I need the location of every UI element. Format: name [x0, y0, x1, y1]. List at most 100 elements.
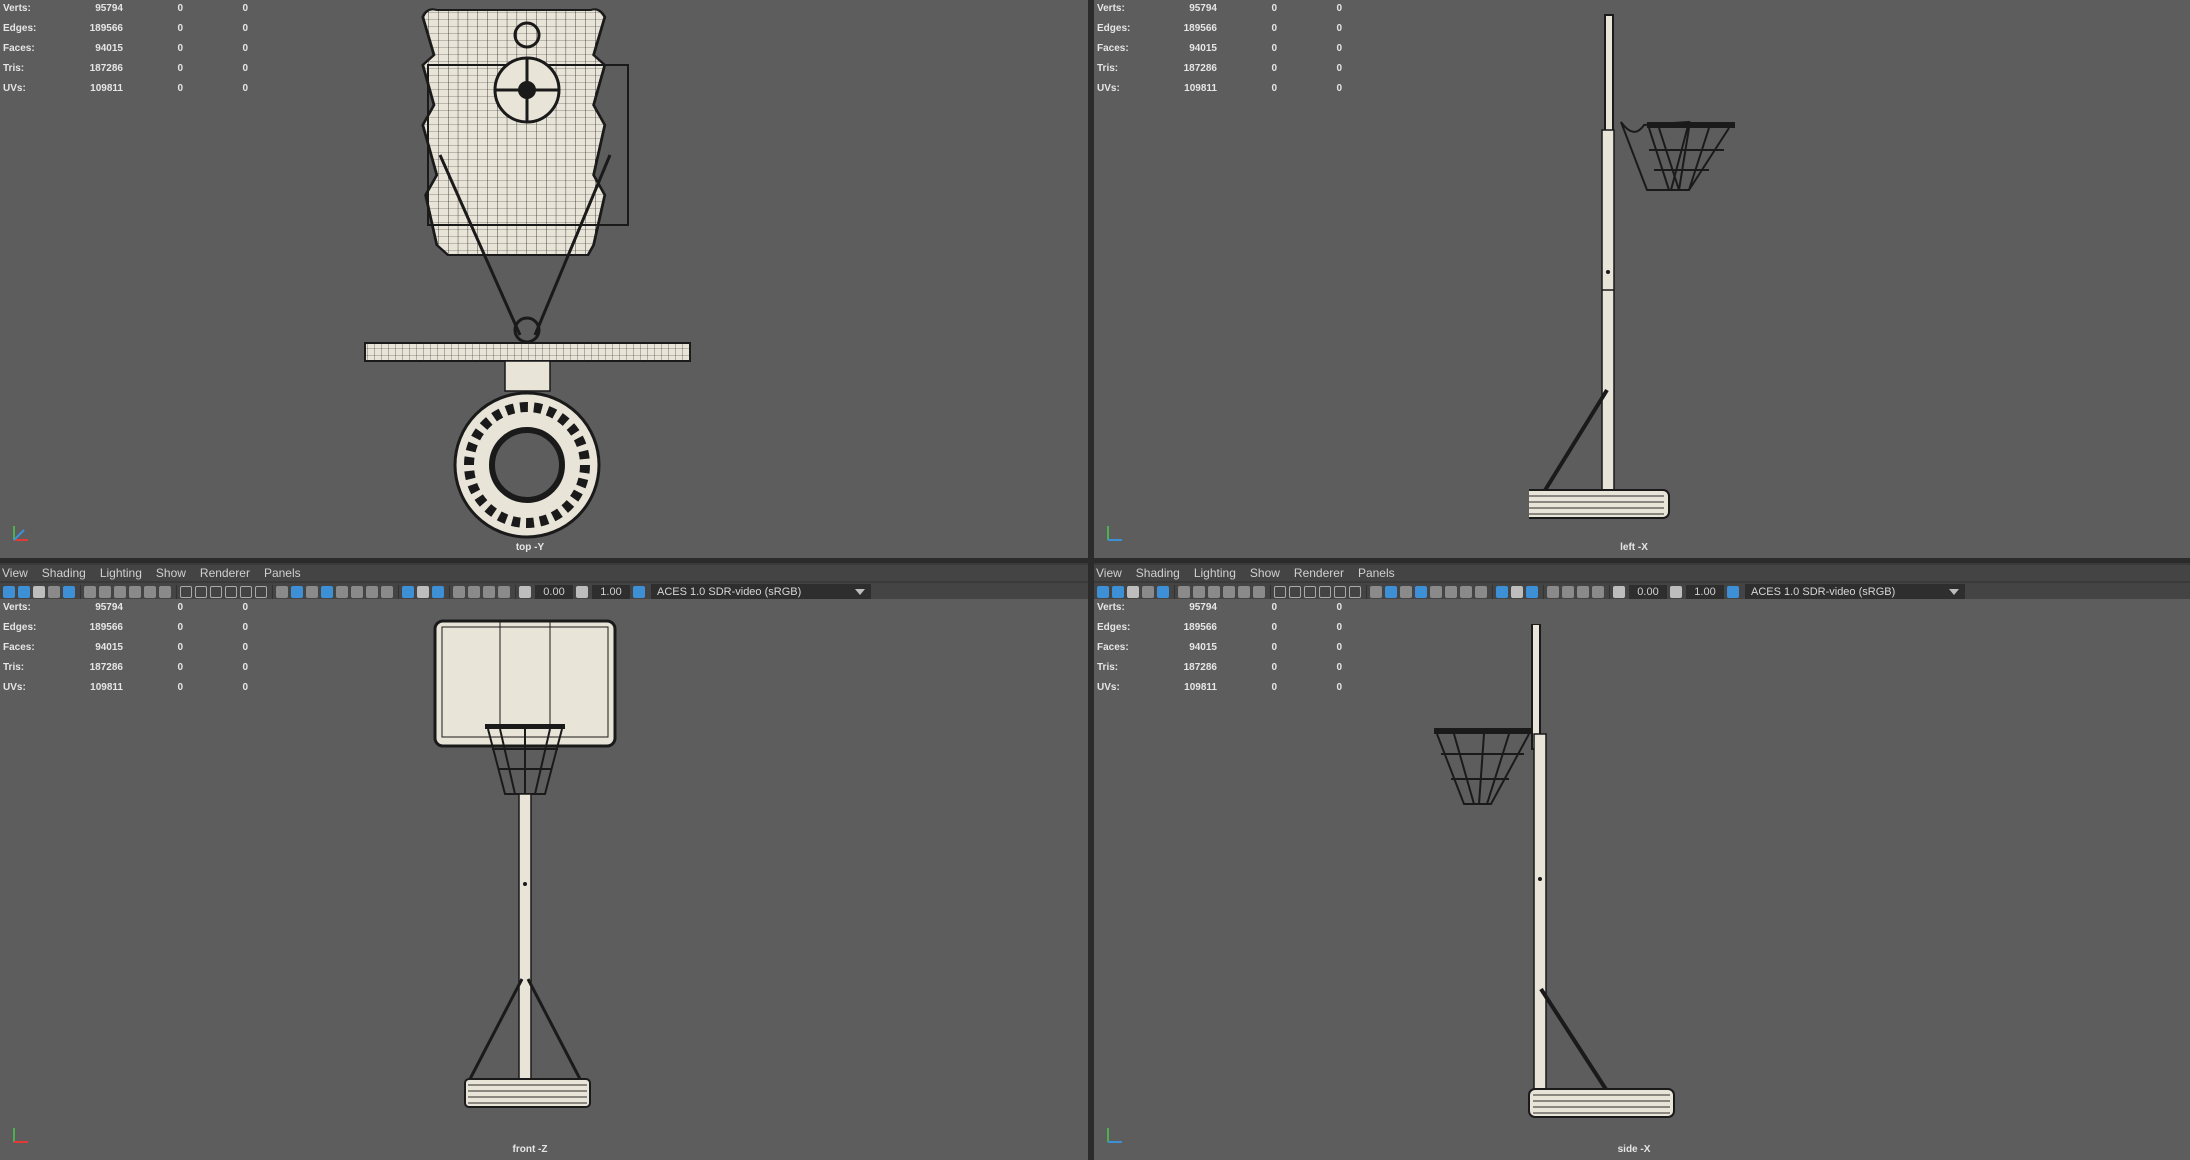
smooth-shade-icon[interactable] [1304, 586, 1316, 598]
camera-attributes-icon[interactable] [18, 586, 30, 598]
field-chart-icon[interactable] [1238, 586, 1250, 598]
field-chart-icon[interactable] [144, 586, 156, 598]
wireframe-icon[interactable] [1289, 586, 1301, 598]
gate-mask-icon[interactable] [1223, 586, 1235, 598]
camera-label: top -Y [515, 542, 545, 553]
view-transform-dropdown[interactable]: ACES 1.0 SDR-video (sRGB) [1745, 584, 1965, 600]
viewport-top[interactable]: Verts: 95794 0 0 Edges: 189566 0 0 Faces: 94015… [0, 0, 1088, 558]
menu-renderer[interactable]: Renderer [200, 566, 250, 580]
viewport-layout-icon[interactable] [498, 586, 510, 598]
show-hud-icon[interactable] [1547, 586, 1559, 598]
menu-show[interactable]: Show [156, 566, 186, 580]
use-default-material-icon[interactable] [432, 586, 444, 598]
menu-panels[interactable]: Panels [1358, 566, 1395, 580]
shadows-icon[interactable] [1349, 586, 1361, 598]
menu-renderer[interactable]: Renderer [1294, 566, 1344, 580]
xray-joints-icon[interactable] [306, 586, 318, 598]
color-management-icon[interactable] [633, 586, 645, 598]
show-hud-icon[interactable] [453, 586, 465, 598]
hoop-side-view[interactable] [1429, 624, 1679, 1124]
gamma-icon[interactable] [576, 586, 588, 598]
menu-shading[interactable]: Shading [1136, 566, 1180, 580]
horizontal-splitter[interactable] [0, 558, 2190, 563]
select-camera-icon[interactable] [3, 586, 15, 598]
xray-joints-icon[interactable] [1400, 586, 1412, 598]
wireframe-on-shaded-icon[interactable] [1511, 586, 1523, 598]
viewport-layout-icon[interactable] [1592, 586, 1604, 598]
xray-icon[interactable] [1385, 586, 1397, 598]
motion-blur-icon[interactable] [1445, 586, 1457, 598]
depth-of-field-icon[interactable] [381, 586, 393, 598]
grid-icon[interactable] [1274, 586, 1286, 598]
film-gate-icon[interactable] [99, 586, 111, 598]
grid-icon[interactable] [180, 586, 192, 598]
gate-mask-icon[interactable] [129, 586, 141, 598]
camera-icon[interactable] [84, 586, 96, 598]
gamma-field[interactable]: 1.00 [1686, 585, 1724, 599]
menu-lighting[interactable]: Lighting [1194, 566, 1236, 580]
hoop-front-view[interactable] [430, 619, 620, 1119]
snapshot-icon[interactable] [483, 586, 495, 598]
viewport-side[interactable]: Verts: 95794 0 0 Edges: 189566 0 0 Faces: 94015… [1094, 599, 2190, 1160]
hud-row-faces: Faces: 94015 0 0 [3, 43, 248, 54]
isolate-icon[interactable] [1496, 586, 1508, 598]
lights-icon[interactable] [240, 586, 252, 598]
ambient-occlusion-icon[interactable] [336, 586, 348, 598]
menu-shading[interactable]: Shading [42, 566, 86, 580]
isolate-select-icon[interactable] [276, 586, 288, 598]
wireframe-icon[interactable] [195, 586, 207, 598]
hud-row-verts: Verts: 95794 0 0 [1097, 3, 1342, 14]
shadows-icon[interactable] [255, 586, 267, 598]
camera-attributes-icon[interactable] [1112, 586, 1124, 598]
menu-show[interactable]: Show [1250, 566, 1280, 580]
gamma-field[interactable]: 1.00 [592, 585, 630, 599]
menu-view[interactable]: View [1096, 566, 1122, 580]
image-plane-icon[interactable] [1142, 586, 1154, 598]
textured-icon[interactable] [1319, 586, 1331, 598]
ambient-occlusion-icon[interactable] [1430, 586, 1442, 598]
wireframe-on-shaded-icon[interactable] [417, 586, 429, 598]
isolate-icon[interactable] [402, 586, 414, 598]
xray-active-icon[interactable] [1415, 586, 1427, 598]
2d-pan-zoom-icon[interactable] [1157, 586, 1169, 598]
color-management-icon[interactable] [1727, 586, 1739, 598]
exposure-icon[interactable] [1613, 586, 1625, 598]
exposure-field[interactable]: 0.00 [1629, 585, 1667, 599]
resolution-gate-icon[interactable] [1208, 586, 1220, 598]
lights-icon[interactable] [1334, 586, 1346, 598]
use-default-material-icon[interactable] [1526, 586, 1538, 598]
select-camera-icon[interactable] [1097, 586, 1109, 598]
bookmark-icon[interactable] [1127, 586, 1139, 598]
isolate-select-icon[interactable] [1370, 586, 1382, 598]
bookmark-icon[interactable] [33, 586, 45, 598]
menu-panels[interactable]: Panels [264, 566, 301, 580]
exposure-icon[interactable] [519, 586, 531, 598]
depth-of-field-icon[interactable] [1475, 586, 1487, 598]
2d-pan-zoom-icon[interactable] [63, 586, 75, 598]
viewport-front[interactable]: Verts: 95794 0 0 Edges: 189566 0 0 Faces: 94015… [0, 599, 1088, 1160]
grease-pencil-icon[interactable] [1562, 586, 1574, 598]
smooth-shade-icon[interactable] [210, 586, 222, 598]
hoop-left-view[interactable] [1529, 10, 1749, 525]
view-transform-dropdown[interactable]: ACES 1.0 SDR-video (sRGB) [651, 584, 871, 600]
snapshot-icon[interactable] [1577, 586, 1589, 598]
grease-pencil-icon[interactable] [468, 586, 480, 598]
exposure-field[interactable]: 0.00 [535, 585, 573, 599]
antialiasing-icon[interactable] [1460, 586, 1472, 598]
textured-icon[interactable] [225, 586, 237, 598]
safe-action-icon[interactable] [1253, 586, 1265, 598]
safe-action-icon[interactable] [159, 586, 171, 598]
xray-active-icon[interactable] [321, 586, 333, 598]
viewport-left[interactable]: Verts: 95794 0 0 Edges: 189566 0 0 Faces: 94015… [1094, 0, 2190, 558]
image-plane-icon[interactable] [48, 586, 60, 598]
camera-icon[interactable] [1178, 586, 1190, 598]
menu-lighting[interactable]: Lighting [100, 566, 142, 580]
resolution-gate-icon[interactable] [114, 586, 126, 598]
gamma-icon[interactable] [1670, 586, 1682, 598]
menu-view[interactable]: View [2, 566, 28, 580]
film-gate-icon[interactable] [1193, 586, 1205, 598]
xray-icon[interactable] [291, 586, 303, 598]
antialiasing-icon[interactable] [366, 586, 378, 598]
hoop-top-view[interactable] [360, 5, 695, 540]
motion-blur-icon[interactable] [351, 586, 363, 598]
